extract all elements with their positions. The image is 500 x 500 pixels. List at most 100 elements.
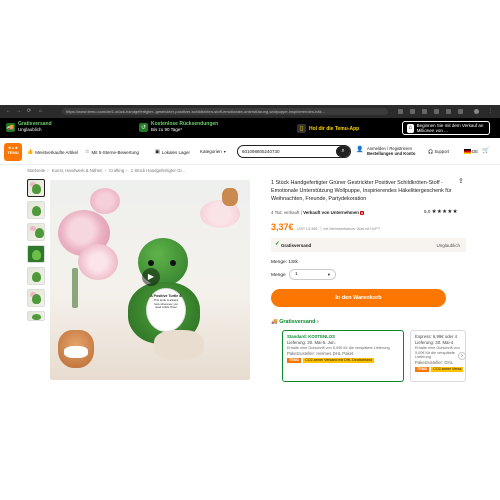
thumbnail-turtle [32, 184, 41, 194]
thumbs-up-icon: 👍 [27, 149, 34, 155]
browser-toolbar: ← → ⟳ ⌂ https://www.temu.com/de/1-stück-… [0, 105, 500, 118]
site-header: ★▲★ TEMU 👍 Meistverkaufte Artikel ☆ Mit … [0, 138, 500, 165]
quantity-label: Menge [271, 273, 286, 278]
flower-stem [72, 268, 78, 308]
share-icon[interactable]: ⇪ [458, 177, 464, 185]
extension-icon[interactable] [434, 109, 439, 114]
thumbnail[interactable] [27, 267, 45, 285]
extension-icon[interactable] [422, 109, 427, 114]
thumbnail[interactable] [27, 201, 45, 219]
co2-tag: CO2-armer Versand mit DHL Deutschland [303, 357, 375, 363]
star-rating-icon: ★★★★★ [431, 209, 458, 215]
become-seller-button[interactable]: ⌂ Beginnen Sie mit dem Verkauf an Millio… [402, 121, 490, 135]
tag-text: This turtle is always here whenever you … [153, 298, 179, 309]
temu-tag: TEMU [287, 357, 302, 363]
cart-icon[interactable]: 🛒 [482, 148, 489, 154]
promo-app[interactable]: ▯ Hol dir die Temu-App [297, 124, 359, 133]
search-value: 601098805240730 [242, 149, 280, 154]
phone-icon: ▯ [297, 124, 306, 133]
language-selector[interactable]: DE [464, 149, 478, 155]
turtle-tag: A Positive Turtle & This turtle is alway… [146, 288, 186, 332]
breadcrumb-item[interactable]: Startseite [27, 168, 45, 173]
product-main-image[interactable]: A Positive Turtle & This turtle is alway… [50, 180, 250, 380]
extension-icon[interactable] [398, 109, 403, 114]
separator: | [300, 210, 302, 215]
thumbnail-turtle [32, 206, 41, 216]
free-shipping-note: Unglaublich [436, 242, 460, 248]
thumbnail[interactable] [27, 223, 45, 241]
address-bar[interactable]: https://www.temu.com/de/1-stück-handgefe… [62, 108, 388, 115]
breadcrumb-separator: › [47, 168, 49, 173]
menu-icon[interactable]: ⋮ [488, 108, 493, 114]
thumbnail-turtle [32, 272, 41, 282]
seller-badge-icon: ■ [360, 211, 365, 215]
thumbnail-turtle [32, 250, 41, 260]
promo-free-shipping[interactable]: 🚚 Gratisversand Unglaublich [6, 121, 52, 133]
rating-value: 5,0 [424, 209, 431, 214]
add-to-cart-button[interactable]: In den Warenkorb [271, 289, 446, 307]
shipping-option-standard[interactable]: Standard: KOSTENLOS Lieferung: 30. Mai-5… [282, 330, 404, 382]
nav-label: Meistverkaufte Artikel [35, 149, 78, 155]
chevron-right-icon[interactable]: › [458, 352, 466, 360]
nav-five-star[interactable]: ☆ Mit 5-Sterne-Bewertung [85, 149, 139, 155]
nav-local-warehouse[interactable]: ▣ Lokales Lager [155, 149, 190, 155]
become-seller-label: Beginnen Sie mit dem Verkauf an Millione… [416, 123, 484, 133]
product-title: 1 Stück Handgefertigter Grüner Gestrickt… [271, 180, 452, 202]
sold-info: 4 Tsd. verkauft | Verkauft von Unternehm… [271, 210, 365, 215]
extension-icon[interactable] [458, 109, 463, 114]
forward-icon[interactable]: → [16, 108, 21, 114]
check-icon: ✓ [275, 241, 280, 247]
price-row: 3,37€ UVP 13,35€ ⓘ mit Mehrwertsteuer Wa… [271, 222, 380, 232]
cow-face [64, 346, 88, 358]
thumbnail[interactable] [27, 245, 45, 263]
thumbnail[interactable] [27, 289, 45, 307]
turtle-base [154, 330, 204, 360]
support-label: Support [434, 149, 450, 154]
home-icon[interactable]: ⌂ [39, 108, 42, 114]
thumbnail[interactable] [27, 311, 45, 321]
deer-toy [222, 188, 238, 206]
breadcrumb-item[interactable]: Kunst, Handwerk & Nähen [52, 168, 103, 173]
free-shipping-label: Gratisversand [281, 242, 312, 248]
shipping-credit-note: Erhalte eine Gutschrift von 5,00€ für di… [287, 346, 390, 350]
support-link[interactable]: 🎧 Support [428, 149, 449, 154]
turtle-eye [170, 260, 176, 266]
price-note: UVP 13,35€ ⓘ mit Mehrwertsteuer Was ist … [296, 227, 381, 231]
flower-decoration [90, 188, 120, 214]
free-shipping-box: ✓ Gratisversand Unglaublich [271, 238, 466, 252]
account-menu[interactable]: Anmelden / Registrieren Bestellungen und… [367, 146, 415, 156]
user-icon[interactable]: 👤 [356, 147, 363, 153]
turtle-eye [148, 260, 154, 266]
thumbnail[interactable] [27, 179, 45, 197]
extension-icon[interactable] [446, 109, 451, 114]
extension-icon[interactable] [410, 109, 415, 114]
profile-icon[interactable] [474, 109, 479, 114]
nav-bestsellers[interactable]: 👍 Meistverkaufte Artikel [27, 149, 78, 155]
nav-label: Lokales Lager [161, 149, 191, 155]
promo-title: Hol dir die Temu-App [309, 125, 360, 132]
flower-decoration [78, 244, 118, 280]
shipping-section-title: 🚚 Gratisversand › [271, 319, 319, 325]
quantity-select[interactable]: 1 ▾ [289, 269, 336, 280]
play-video-icon[interactable]: ▶ [142, 268, 160, 286]
nav-categories[interactable]: Kategorien ▾ [200, 149, 226, 154]
thumbnail-turtle [35, 228, 44, 238]
temu-logo[interactable]: ★▲★ TEMU [4, 143, 22, 161]
rating[interactable]: 5,0 ★★★★★ [424, 209, 458, 215]
warehouse-icon: ▣ [155, 149, 160, 155]
promo-sub: Bis zu 90 Tage* [151, 127, 183, 132]
chevron-right-icon: › [316, 319, 319, 325]
back-icon[interactable]: ← [6, 108, 11, 114]
price: 3,37€ [271, 222, 294, 232]
search-input[interactable]: 601098805240730 ⌕ [237, 145, 351, 158]
breadcrumb: Startseite › Kunst, Handwerk & Nähen › Cra… [27, 168, 187, 173]
breadcrumb-item: 1 Stück Handgefertigter Gr... [130, 168, 186, 173]
thumbnail-turtle [32, 294, 41, 304]
promo-free-returns[interactable]: ↺ Kostenlose Rücksendungen Bis zu 90 Tag… [139, 121, 218, 133]
search-icon[interactable]: ⌕ [336, 146, 350, 157]
nav-label: Mit 5-Sterne-Bewertung [91, 149, 140, 155]
language-label: DE [472, 149, 478, 154]
reload-icon[interactable]: ⟳ [27, 108, 31, 114]
breadcrumb-item[interactable]: Crafting [109, 168, 124, 173]
seller-link[interactable]: Verkauft von Unternehmen [303, 210, 359, 215]
